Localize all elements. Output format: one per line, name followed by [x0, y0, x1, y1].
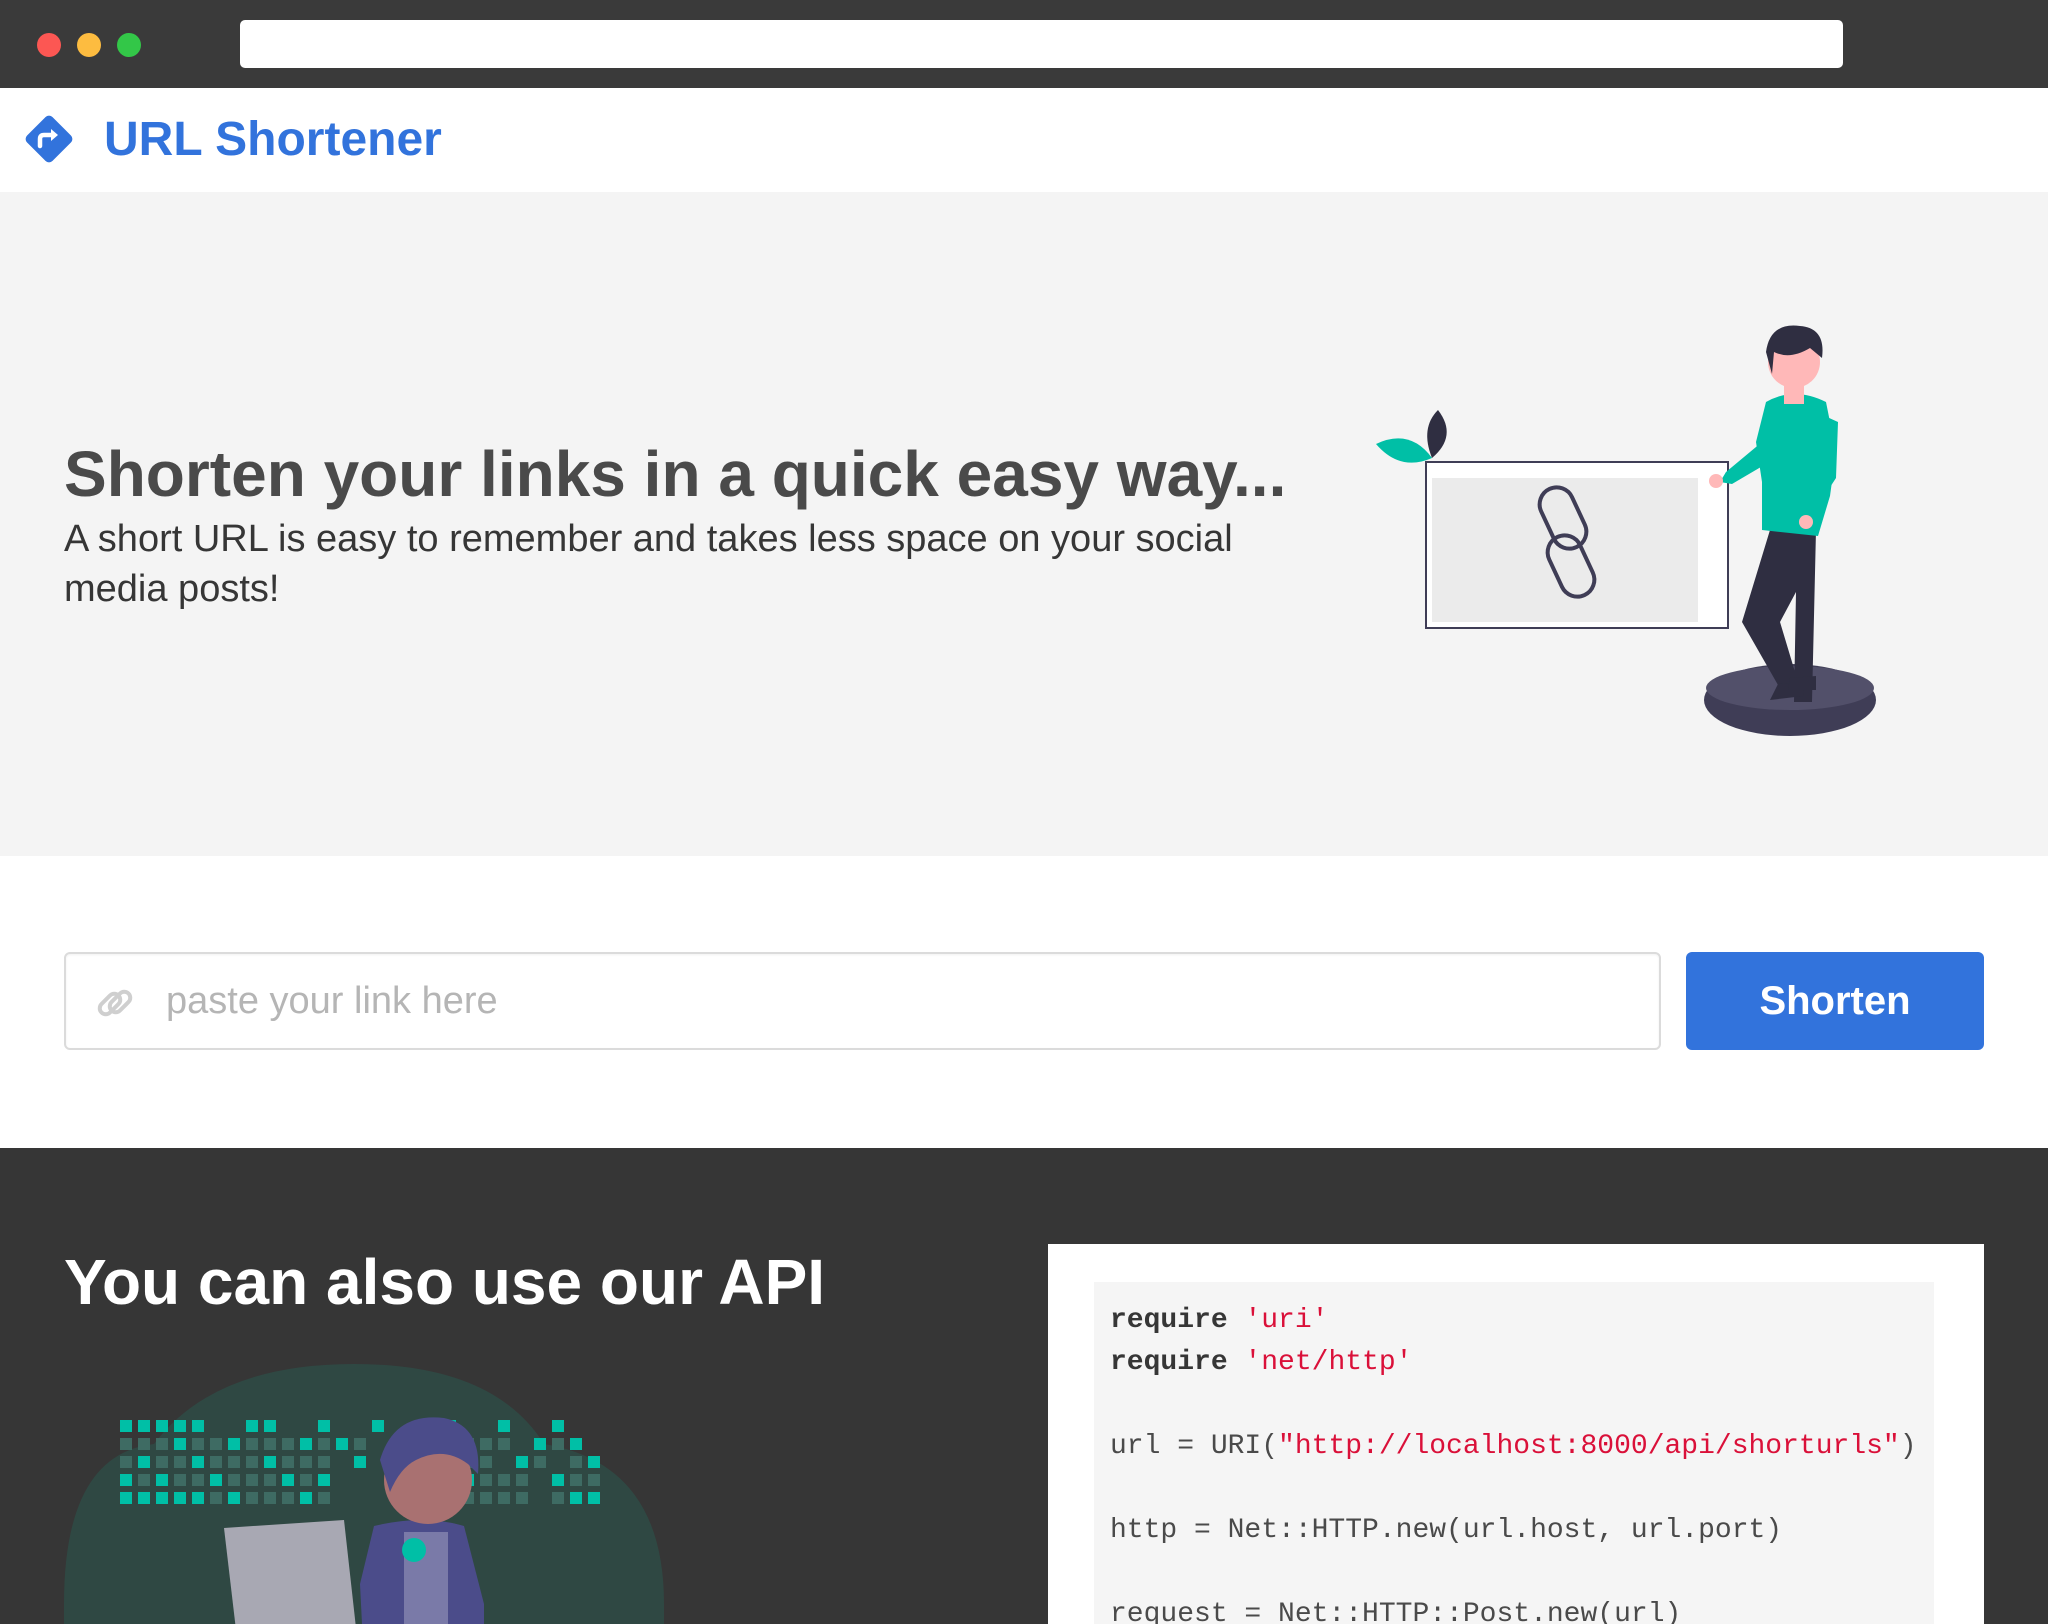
api-section: You can also use our API require 'uri' re…	[0, 1148, 2048, 1624]
link-input-container[interactable]	[64, 952, 1661, 1050]
close-window-button[interactable]	[37, 33, 61, 57]
api-code-card: require 'uri' require 'net/http' url = URI…	[1048, 1244, 1984, 1624]
hero-subtitle: A short URL is easy to remember and take…	[64, 518, 1233, 610]
directions-diamond-icon[interactable]	[22, 112, 76, 166]
minimize-window-button[interactable]	[77, 33, 101, 57]
developer-laptop-illustration	[64, 1364, 664, 1624]
maximize-window-button[interactable]	[117, 33, 141, 57]
api-code-block[interactable]: require 'uri' require 'net/http' url = URI…	[1094, 1282, 1934, 1624]
navbar: URL Shortener	[0, 88, 2048, 192]
shorten-form-section: Shorten	[0, 856, 2048, 1148]
code-line: http = Net::HTTP.new(url.host, url.port)	[1110, 1515, 1783, 1546]
browser-chrome	[0, 0, 2048, 88]
api-title: You can also use our API	[64, 1246, 826, 1318]
address-bar[interactable]	[240, 20, 1843, 68]
brand-title[interactable]: URL Shortener	[104, 114, 442, 166]
person-with-link-illustration	[1376, 325, 1876, 736]
code-string: 'uri'	[1244, 1305, 1329, 1336]
link-input[interactable]	[166, 956, 1646, 1046]
code-line: url = URI("http://localhost:8000/api/sho…	[1110, 1426, 1918, 1468]
code-line: request = Net::HTTP::Post.new(url)	[1110, 1599, 1682, 1624]
code-text: url = URI(	[1110, 1431, 1279, 1462]
shorten-button[interactable]: Shorten	[1686, 952, 1984, 1050]
hero-section: Shorten your links in a quick easy way..…	[0, 192, 2048, 856]
code-string: 'net/http'	[1244, 1347, 1413, 1378]
code-line: require 'net/http'	[1110, 1342, 1918, 1384]
code-text: )	[1899, 1431, 1917, 1462]
hero-title: Shorten your links in a quick easy way..…	[64, 438, 1287, 510]
code-keyword: require	[1110, 1347, 1228, 1378]
code-line: require 'uri'	[1110, 1300, 1918, 1342]
code-keyword: require	[1110, 1305, 1228, 1336]
link-icon	[97, 989, 133, 1017]
code-string: "http://localhost:8000/api/shorturls"	[1278, 1431, 1900, 1462]
